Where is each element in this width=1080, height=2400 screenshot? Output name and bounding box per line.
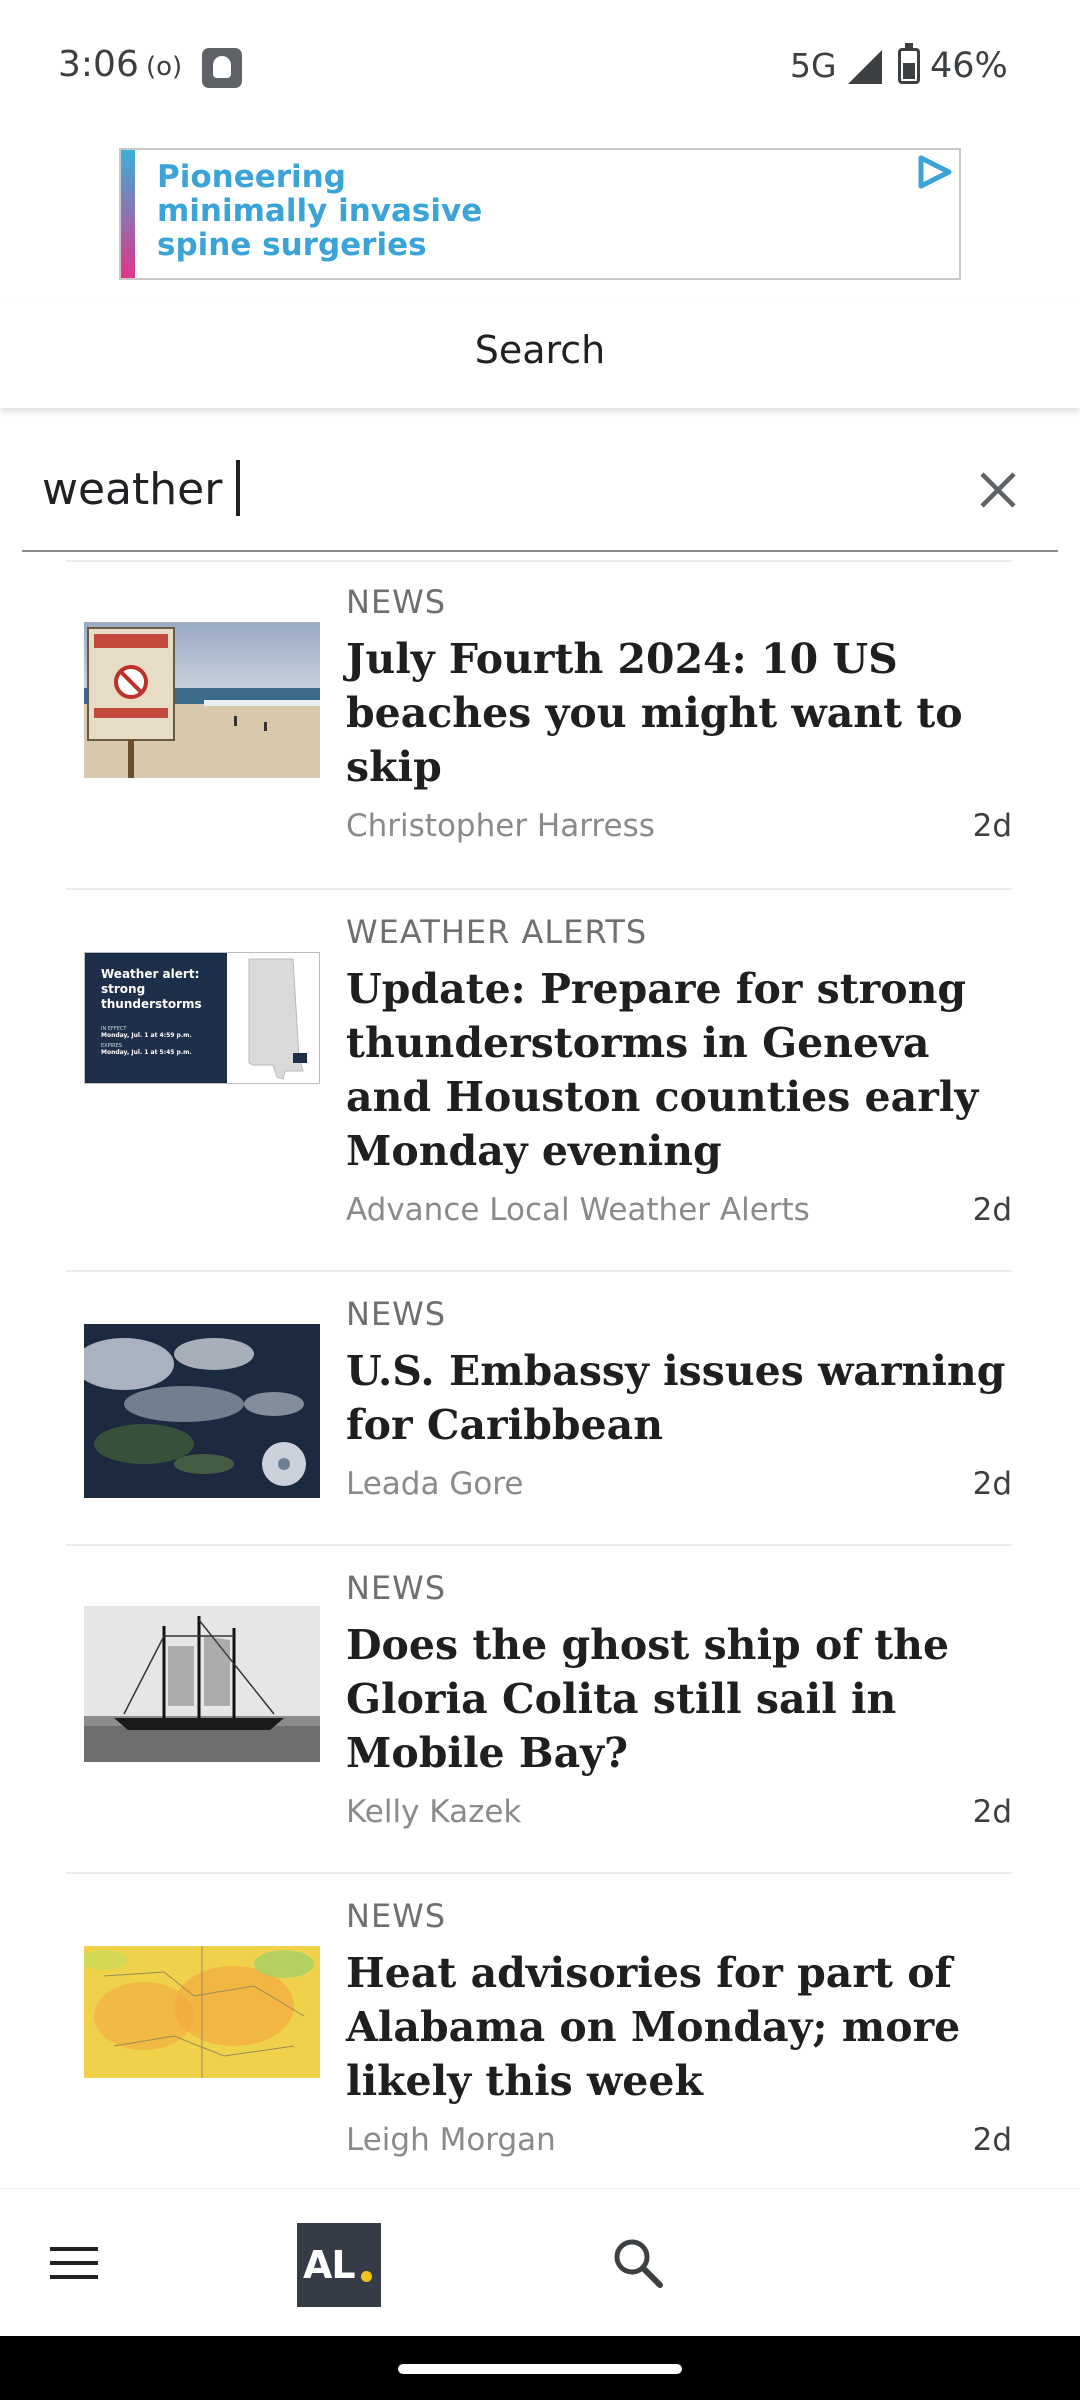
text-cursor [236,460,241,516]
result-author: Kelly Kazek [346,1794,522,1830]
network-type: 5G [790,46,837,85]
result-text: NEWS July Fourth 2024: 10 US beaches you… [346,580,1012,848]
result-item[interactable]: NEWS U.S. Embassy issues warning for Car… [66,1272,1012,1546]
result-text: NEWS Does the ghost ship of the Gloria C… [346,1566,1012,1834]
alert-card-line1-label: IN EFFECT [101,1026,127,1032]
status-time: 3:06 [58,44,139,85]
battery-percent: 46% [930,46,1008,86]
result-meta: Leada Gore 2d [346,1462,1012,1506]
result-text: NEWS U.S. Embassy issues warning for Car… [346,1292,1012,1506]
result-headline[interactable]: Update: Prepare for strong thunderstorms… [346,962,1012,1178]
search-box: weather [22,430,1058,552]
result-thumbnail: Weather alert: strong thunderstorms IN E… [84,952,320,1084]
result-meta: Advance Local Weather Alerts 2d [346,1188,1012,1232]
result-headline[interactable]: July Fourth 2024: 10 US beaches you migh… [346,632,1012,794]
ad-accent-stripe [121,150,135,278]
result-age: 2d [972,1466,1012,1502]
close-icon[interactable] [976,468,1020,512]
radio-indicator: (o) [146,52,183,82]
result-age: 2d [972,1192,1012,1228]
result-meta: Leigh Morgan 2d [346,2118,1012,2162]
weather-alert-card: Weather alert: strong thunderstorms IN E… [85,953,227,1083]
result-item[interactable]: NEWS Heat advisories for part of Alabama… [66,1874,1012,2188]
result-author: Advance Local Weather Alerts [346,1192,810,1228]
result-item[interactable]: NEWS July Fourth 2024: 10 US beaches you… [66,560,1012,890]
ad-text: Pioneering minimally invasive spine surg… [157,159,483,263]
sailing-ship-photo [84,1606,320,1762]
notification-icon [202,48,242,88]
result-age: 2d [972,808,1012,844]
page-header: Search [0,300,1080,408]
ad-choices-icon[interactable] [915,154,953,190]
result-category: WEATHER ALERTS [346,913,648,951]
alert-card-line2-label: EXPIRES [101,1043,122,1049]
result-headline[interactable]: U.S. Embassy issues warning for Caribbea… [346,1344,1012,1452]
result-category: NEWS [346,1295,447,1333]
battery-icon [898,43,920,84]
result-category: NEWS [346,1569,447,1607]
result-author: Leigh Morgan [346,2122,556,2158]
beach-warning-sign-photo [84,622,320,778]
result-author: Leada Gore [346,1466,524,1502]
results-list[interactable]: NEWS July Fourth 2024: 10 US beaches you… [0,560,1080,2188]
result-age: 2d [972,2122,1012,2158]
search-icon[interactable] [610,2235,666,2291]
system-navigation-bar [0,2336,1080,2400]
result-thumbnail [84,622,320,778]
result-text: WEATHER ALERTS Update: Prepare for stron… [346,910,1012,1232]
search-input[interactable]: weather [42,460,241,520]
result-headline[interactable]: Heat advisories for part of Alabama on M… [346,1946,1012,2108]
home-logo-button[interactable]: AL [297,2223,381,2307]
heat-map-image [84,1946,320,2078]
gesture-handle[interactable] [398,2364,682,2374]
result-author: Christopher Harress [346,808,655,844]
result-headline[interactable]: Does the ghost ship of the Gloria Colita… [346,1618,1012,1780]
alert-card-title: Weather alert: strong thunderstorms [101,967,202,1011]
alert-card-line2: Monday, Jul. 1 at 5:45 p.m. [101,1049,192,1056]
result-thumbnail [84,1606,320,1762]
result-meta: Kelly Kazek 2d [346,1790,1012,1834]
result-thumbnail [84,1324,320,1498]
logo-text: AL [303,2243,356,2287]
result-age: 2d [972,1794,1012,1830]
result-category: NEWS [346,1897,447,1935]
search-input-value: weather [42,464,223,515]
result-thumbnail [84,1946,320,2078]
alert-card-line1: Monday, Jul. 1 at 4:59 p.m. [101,1032,192,1039]
result-meta: Christopher Harress 2d [346,804,1012,848]
page-title: Search [474,328,606,372]
alabama-map-graphic [227,953,319,1083]
status-bar: 3:06 (o) 5G 46% [0,0,1080,136]
result-text: NEWS Heat advisories for part of Alabama… [346,1894,1012,2162]
bottom-nav: AL [0,2188,1080,2336]
satellite-storm-image [84,1324,320,1498]
signal-icon [848,50,882,84]
menu-icon[interactable] [48,2237,100,2289]
logo-dot [361,2271,372,2282]
ad-banner[interactable]: Pioneering minimally invasive spine surg… [119,148,961,280]
result-item[interactable]: Weather alert: strong thunderstorms IN E… [66,890,1012,1272]
result-category: NEWS [346,583,447,621]
result-item[interactable]: NEWS Does the ghost ship of the Gloria C… [66,1546,1012,1874]
